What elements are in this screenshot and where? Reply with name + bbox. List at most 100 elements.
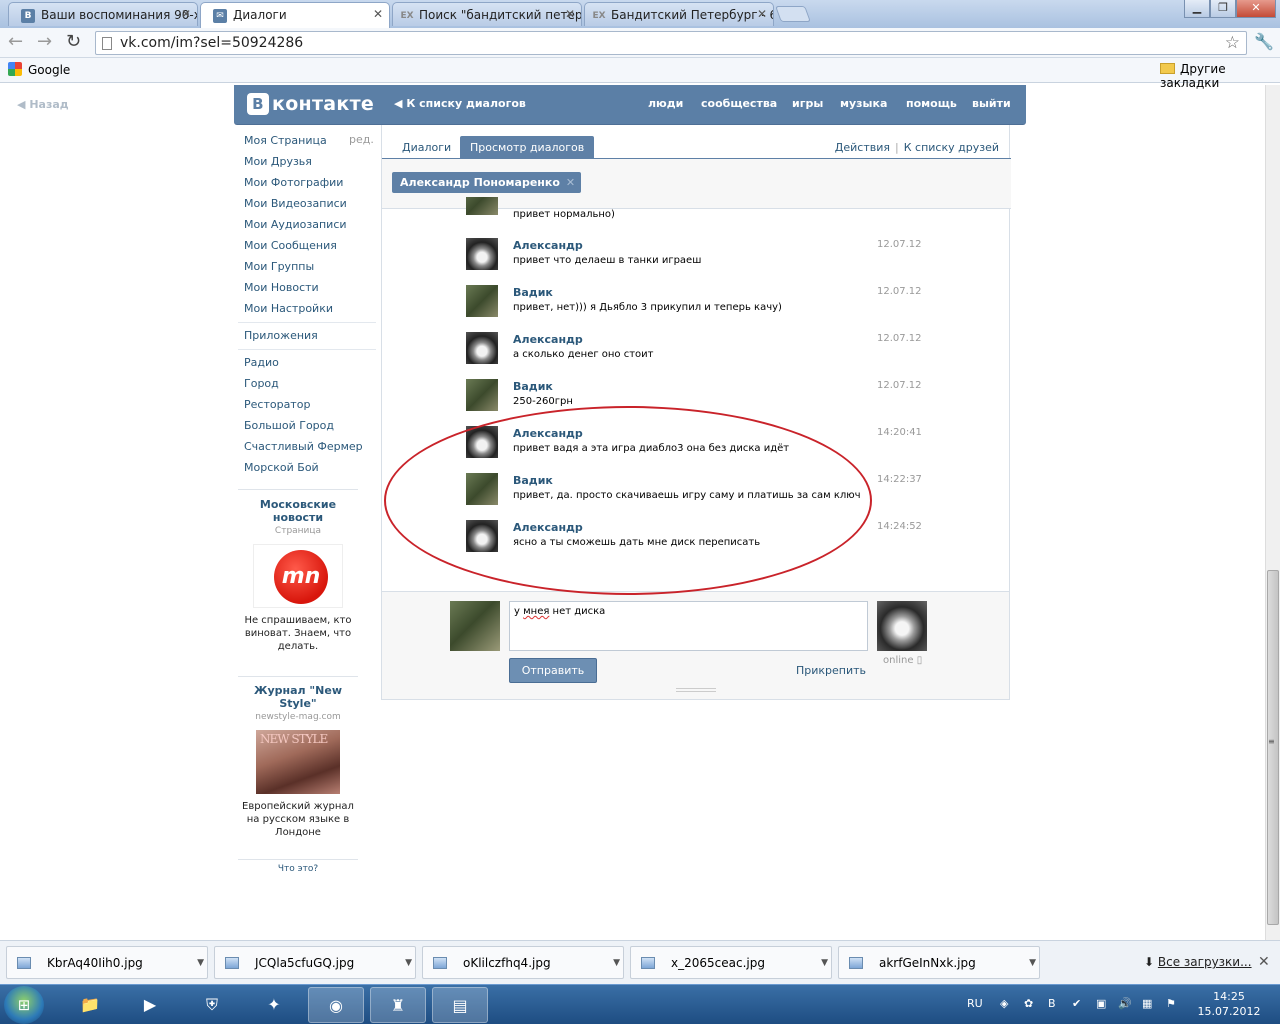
back-arrow-icon[interactable]: ← bbox=[8, 32, 23, 52]
menu-my-friends[interactable]: Мои Друзья bbox=[244, 151, 378, 172]
avatar[interactable] bbox=[466, 285, 498, 317]
tray-icon[interactable]: ◈ bbox=[1000, 997, 1008, 1010]
scrollbar-thumb[interactable] bbox=[1267, 570, 1279, 925]
tray-icon[interactable]: ▣ bbox=[1096, 997, 1106, 1010]
address-bar[interactable]: vk.com/im?sel=50924286 ☆ bbox=[95, 31, 1247, 55]
chevron-down-icon[interactable]: ▼ bbox=[613, 947, 620, 980]
tab-view-dialogs[interactable]: Просмотр диалогов bbox=[460, 136, 595, 159]
message-author[interactable]: Вадик bbox=[513, 380, 553, 393]
avatar[interactable] bbox=[466, 379, 498, 411]
vk-logo[interactable]: Вконтакте bbox=[247, 93, 374, 115]
back-link[interactable]: ◀ Назад bbox=[17, 98, 69, 111]
chevron-down-icon[interactable]: ▼ bbox=[1029, 947, 1036, 980]
download-item[interactable]: JCQla5cfuGQ.jpg ▼ bbox=[214, 946, 416, 979]
message-author[interactable]: Александр bbox=[513, 239, 583, 252]
app-icon[interactable]: ✦ bbox=[246, 987, 302, 1023]
minimize-button[interactable]: ▁ bbox=[1184, 0, 1210, 18]
menu-my-settings[interactable]: Мои Настройки bbox=[244, 298, 378, 319]
menu-city[interactable]: Город bbox=[244, 373, 378, 394]
close-shelf-icon[interactable]: ✕ bbox=[1258, 954, 1270, 970]
close-tab-icon[interactable]: ✕ bbox=[181, 7, 191, 21]
speaker-icon[interactable]: 🔊 bbox=[1118, 997, 1132, 1010]
download-item[interactable]: oKlilczfhq4.jpg ▼ bbox=[422, 946, 624, 979]
close-window-button[interactable]: ✕ bbox=[1236, 0, 1276, 18]
my-avatar[interactable] bbox=[450, 601, 500, 651]
bookmark-star-icon[interactable]: ☆ bbox=[1225, 33, 1240, 53]
chevron-down-icon[interactable]: ▼ bbox=[405, 947, 412, 980]
close-tab-icon[interactable]: ✕ bbox=[373, 7, 383, 21]
bookmark-other[interactable]: Другие закладки bbox=[1160, 62, 1280, 90]
menu-my-groups[interactable]: Мои Группы bbox=[244, 256, 378, 277]
menu-my-page[interactable]: Моя Страница bbox=[244, 130, 378, 151]
maximize-button[interactable]: ❐ bbox=[1210, 0, 1236, 18]
vk-tray-icon[interactable]: В bbox=[1048, 997, 1056, 1010]
forward-arrow-icon[interactable]: → bbox=[37, 32, 52, 52]
browser-tab-dialogs[interactable]: ✉ Диалоги ✕ bbox=[200, 2, 390, 28]
nav-logout[interactable]: выйти bbox=[972, 97, 1011, 110]
chevron-down-icon[interactable]: ▼ bbox=[821, 947, 828, 980]
ad-new-style[interactable]: Журнал "New Style" newstyle-mag.com NEW … bbox=[238, 684, 358, 839]
tab-dialogs[interactable]: Диалоги bbox=[392, 136, 461, 159]
check-icon[interactable]: ✔ bbox=[1072, 997, 1081, 1010]
tray-icon[interactable]: ✿ bbox=[1024, 997, 1033, 1010]
menu-happy-farmer[interactable]: Счастливый Фермер bbox=[244, 436, 378, 457]
browser-tab-memories[interactable]: В Ваши воспоминания 90-х ✕ bbox=[8, 2, 198, 26]
send-button[interactable]: Отправить bbox=[509, 658, 597, 683]
browser-tab-search[interactable]: EX Поиск "бандитский петер ✕ bbox=[392, 2, 582, 26]
media-player-icon[interactable]: ▶ bbox=[122, 987, 178, 1023]
peer-chip[interactable]: Александр Пономаренко ✕ bbox=[392, 172, 582, 193]
resize-grip[interactable] bbox=[676, 688, 716, 692]
start-button[interactable]: ⊞ bbox=[4, 986, 44, 1024]
menu-restaurateur[interactable]: Ресторатор bbox=[244, 394, 378, 415]
nav-music[interactable]: музыка bbox=[840, 97, 887, 110]
menu-apps[interactable]: Приложения bbox=[244, 325, 378, 346]
nav-communities[interactable]: сообщества bbox=[701, 97, 777, 110]
message-author[interactable]: Вадик bbox=[513, 286, 553, 299]
new-tab-button[interactable] bbox=[775, 6, 811, 22]
menu-my-photos[interactable]: Мои Фотографии bbox=[244, 172, 378, 193]
chrome-icon[interactable]: ◉ bbox=[308, 987, 364, 1023]
peer-avatar[interactable] bbox=[877, 601, 927, 651]
wrench-menu-icon[interactable]: 🔧 bbox=[1254, 32, 1274, 51]
avatar[interactable] bbox=[466, 332, 498, 364]
game-icon[interactable]: ♜ bbox=[370, 987, 426, 1023]
remove-peer-icon[interactable]: ✕ bbox=[566, 176, 575, 189]
menu-big-city[interactable]: Большой Город bbox=[244, 415, 378, 436]
avatar[interactable] bbox=[466, 197, 498, 215]
explorer-icon[interactable]: 📁 bbox=[62, 987, 118, 1023]
download-item[interactable]: KbrAq40Iih0.jpg ▼ bbox=[6, 946, 208, 979]
browser-tab-bandit[interactable]: EX Бандитский Петербург - 6 ✕ bbox=[584, 2, 774, 26]
close-tab-icon[interactable]: ✕ bbox=[565, 7, 575, 21]
ad-moscow-news[interactable]: Московские новости Страница mn Не спраши… bbox=[238, 498, 358, 653]
message-input[interactable]: у мнея нет диска bbox=[509, 601, 868, 651]
friends-list-link[interactable]: К списку друзей bbox=[904, 141, 999, 154]
document-icon[interactable]: ▤ bbox=[432, 987, 488, 1023]
avatar[interactable] bbox=[466, 238, 498, 270]
page-scrollbar[interactable]: ≡ bbox=[1265, 85, 1280, 940]
world-of-tanks-icon[interactable]: ⛨ bbox=[184, 987, 240, 1023]
download-item[interactable]: x_2065ceac.jpg ▼ bbox=[630, 946, 832, 979]
language-indicator[interactable]: RU bbox=[967, 997, 983, 1010]
menu-my-audio[interactable]: Мои Аудиозаписи bbox=[244, 214, 378, 235]
nav-people[interactable]: люди bbox=[648, 97, 683, 110]
network-icon[interactable]: ▦ bbox=[1142, 997, 1152, 1010]
menu-my-news[interactable]: Мои Новости bbox=[244, 277, 378, 298]
menu-radio[interactable]: Радио bbox=[244, 352, 378, 373]
clock[interactable]: 14:25 15.07.2012 bbox=[1196, 989, 1262, 1019]
nav-games[interactable]: игры bbox=[792, 97, 823, 110]
all-downloads-link[interactable]: ⬇ Все загрузки... bbox=[1144, 955, 1252, 969]
bookmark-google[interactable]: Google bbox=[8, 62, 70, 77]
reload-icon[interactable]: ↻ bbox=[66, 32, 81, 52]
close-tab-icon[interactable]: ✕ bbox=[757, 7, 767, 21]
menu-my-messages[interactable]: Мои Сообщения bbox=[244, 235, 378, 256]
menu-my-videos[interactable]: Мои Видеозаписи bbox=[244, 193, 378, 214]
flag-icon[interactable]: ⚑ bbox=[1166, 997, 1176, 1010]
attach-link[interactable]: Прикрепить bbox=[796, 664, 866, 677]
chevron-down-icon[interactable]: ▼ bbox=[197, 947, 204, 980]
back-to-dialogs-link[interactable]: ◀ К списку диалогов bbox=[394, 97, 526, 110]
download-item[interactable]: akrfGeInNxk.jpg ▼ bbox=[838, 946, 1040, 979]
message-author[interactable]: Александр bbox=[513, 333, 583, 346]
actions-link[interactable]: Действия bbox=[835, 141, 890, 154]
what-is-this-link[interactable]: Что это? bbox=[238, 864, 358, 874]
menu-sea-battle[interactable]: Морской Бой bbox=[244, 457, 378, 478]
